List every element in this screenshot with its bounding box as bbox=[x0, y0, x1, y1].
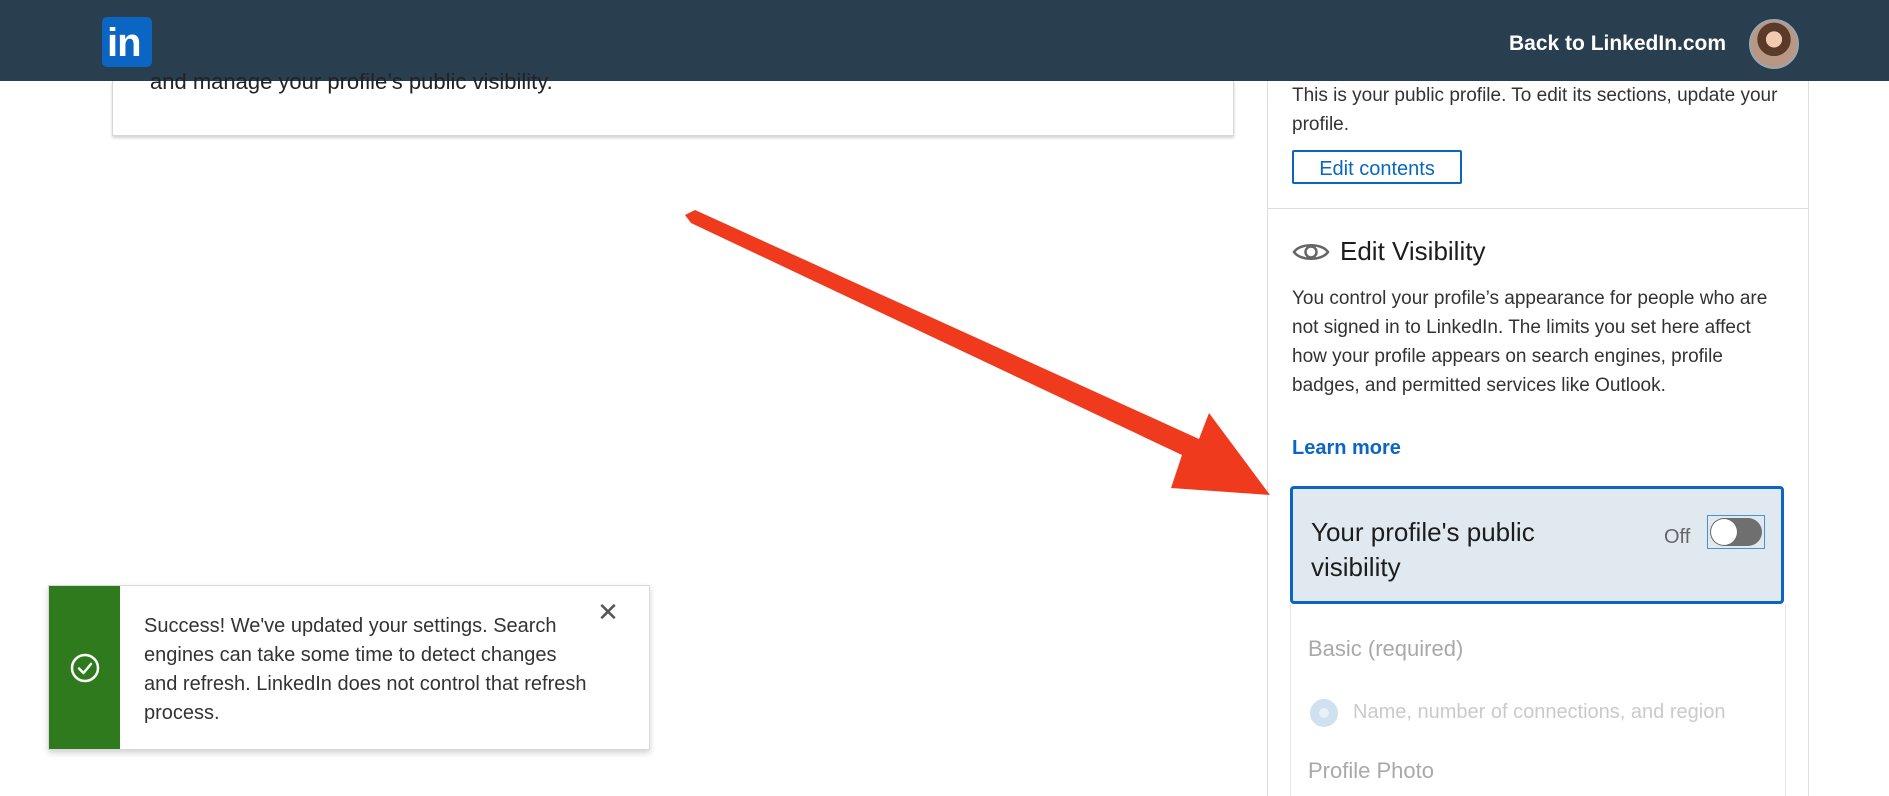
profile-photo-label: Profile Photo bbox=[1308, 758, 1434, 783]
basic-option-radio[interactable] bbox=[1310, 699, 1338, 727]
success-toast: Success! We've updated your settings. Se… bbox=[48, 585, 650, 750]
main-content-card: and manage your profile’s public visibil… bbox=[112, 69, 1234, 136]
check-circle-icon bbox=[70, 653, 100, 683]
avatar[interactable] bbox=[1749, 19, 1799, 69]
edit-visibility-title: Edit Visibility bbox=[1340, 236, 1486, 266]
public-visibility-toggle-row[interactable]: Your profile's public visibility Off bbox=[1290, 486, 1784, 604]
switch-knob bbox=[1711, 519, 1737, 545]
public-visibility-label: Your profile's public visibility bbox=[1311, 517, 1535, 582]
toast-status-stripe bbox=[49, 586, 120, 749]
main-card-text: and manage your profile’s public visibil… bbox=[150, 69, 553, 94]
edit-contents-button[interactable]: Edit contents bbox=[1292, 150, 1462, 184]
toggle-state-text: Off bbox=[1664, 526, 1691, 548]
basic-option-label: Name, number of connections, and region bbox=[1353, 701, 1726, 723]
close-icon[interactable]: ✕ bbox=[595, 600, 621, 626]
learn-more-link[interactable]: Learn more bbox=[1292, 437, 1401, 460]
eye-icon bbox=[1292, 244, 1330, 260]
toast-message: Success! We've updated your settings. Se… bbox=[144, 615, 587, 724]
back-to-linkedin-link[interactable]: Back to LinkedIn.com bbox=[1509, 32, 1726, 56]
section-divider bbox=[1268, 208, 1808, 209]
basic-required-label: Basic (required) bbox=[1308, 636, 1464, 661]
public-profile-description: This is your public profile. To edit its… bbox=[1292, 85, 1778, 135]
public-visibility-switch[interactable] bbox=[1707, 515, 1765, 549]
sidebar: This is your public profile. To edit its… bbox=[1267, 81, 1809, 796]
edit-visibility-description: You control your profile’s appearance fo… bbox=[1292, 288, 1768, 396]
linkedin-logo[interactable]: in bbox=[102, 17, 152, 67]
annotation-arrow-shape bbox=[685, 210, 1270, 495]
logo-text: in bbox=[107, 21, 142, 65]
